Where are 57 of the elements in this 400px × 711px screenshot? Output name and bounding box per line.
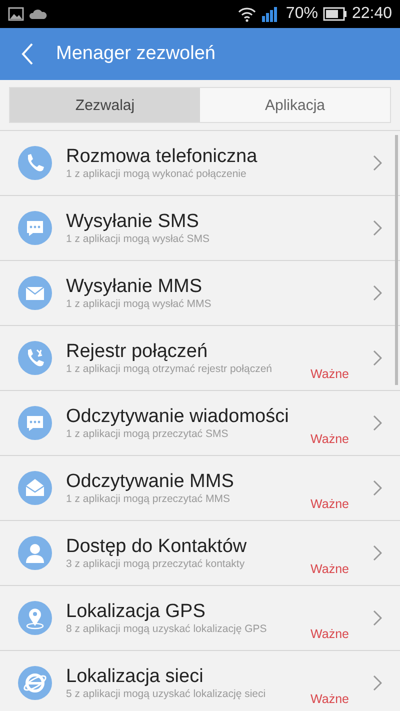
permission-title: Rozmowa telefoniczna xyxy=(66,146,258,168)
permission-title: Odczytywanie MMS xyxy=(66,471,235,493)
clock: 22:40 xyxy=(352,5,392,23)
permission-item[interactable]: Lokalizacja GPS 8 z aplikacji mogą uzyskać lokalizację GPS Ważne xyxy=(0,586,400,651)
permission-description: 5 z aplikacji mogą uzyskać lokalizację sieci xyxy=(66,688,266,700)
permission-item[interactable]: Odczytywanie wiadomości 1 z aplikacji mogą przeczytać SMS Ważne xyxy=(0,391,400,456)
back-icon[interactable] xyxy=(20,42,34,66)
permission-description: 1 z aplikacji mogą przeczytać MMS xyxy=(66,493,230,505)
permission-description: 1 z aplikacji mogą przeczytać SMS xyxy=(66,428,228,440)
phone-icon xyxy=(18,146,52,180)
important-label: Ważne xyxy=(310,627,349,641)
chevron-right-icon xyxy=(373,220,382,236)
envelope-icon xyxy=(18,276,52,310)
chevron-right-icon xyxy=(373,545,382,561)
open-envelope-icon xyxy=(18,471,52,505)
chevron-right-icon xyxy=(373,350,382,366)
important-label: Ważne xyxy=(310,497,349,511)
chevron-right-icon xyxy=(373,480,382,496)
chevron-right-icon xyxy=(373,610,382,626)
cloud-icon xyxy=(29,8,47,20)
screen-title: Menager zezwoleń xyxy=(56,43,216,65)
image-icon xyxy=(8,7,24,21)
wifi-icon xyxy=(238,6,256,22)
permission-description: 1 z aplikacji mogą wykonać połączenie xyxy=(66,168,246,180)
permission-item[interactable]: Lokalizacja sieci 5 z aplikacji mogą uzyskać lokalizację sieci Ważne xyxy=(0,651,400,711)
permission-title: Wysyłanie SMS xyxy=(66,211,200,233)
permission-item[interactable]: Dostęp do Kontaktów 3 z aplikacji mogą przeczytać kontakty Ważne xyxy=(0,521,400,586)
permission-title: Rejestr połączeń xyxy=(66,341,209,363)
person-icon xyxy=(18,536,52,570)
chevron-right-icon xyxy=(373,155,382,171)
permission-title: Dostęp do Kontaktów xyxy=(66,536,248,558)
permission-description: 3 z aplikacji mogą przeczytać kontakty xyxy=(66,558,245,570)
chat-icon xyxy=(18,211,52,245)
permission-title: Wysyłanie MMS xyxy=(66,276,204,298)
tab[interactable]: Zezwalaj xyxy=(10,88,200,122)
location-pin-icon xyxy=(18,601,52,635)
permission-title: Lokalizacja GPS xyxy=(66,601,206,623)
permission-description: 1 z aplikacji mogą wysłać SMS xyxy=(66,233,210,245)
permission-item[interactable]: Odczytywanie MMS 1 z aplikacji mogą przeczytać MMS Ważne xyxy=(0,456,400,521)
chevron-right-icon xyxy=(373,415,382,431)
chevron-right-icon xyxy=(373,675,382,691)
important-label: Ważne xyxy=(310,367,349,381)
chat-icon xyxy=(18,406,52,440)
permission-description: 1 z aplikacji mogą wysłać MMS xyxy=(66,298,212,310)
globe-icon xyxy=(18,666,52,700)
important-label: Ważne xyxy=(310,432,349,446)
important-label: Ważne xyxy=(310,562,349,576)
chevron-right-icon xyxy=(373,285,382,301)
battery-icon xyxy=(322,7,347,21)
tab[interactable]: Aplikacja xyxy=(200,88,390,122)
important-label: Ważne xyxy=(310,692,349,706)
permission-description: 1 z aplikacji mogą otrzymać rejestr połączeń xyxy=(66,363,272,375)
permission-title: Odczytywanie wiadomości xyxy=(66,406,290,428)
battery-percent: 70% xyxy=(286,5,318,23)
call-log-icon xyxy=(18,341,52,375)
permission-title: Lokalizacja sieci xyxy=(66,666,204,688)
permission-description: 8 z aplikacji mogą uzyskać lokalizację GPS xyxy=(66,623,267,635)
